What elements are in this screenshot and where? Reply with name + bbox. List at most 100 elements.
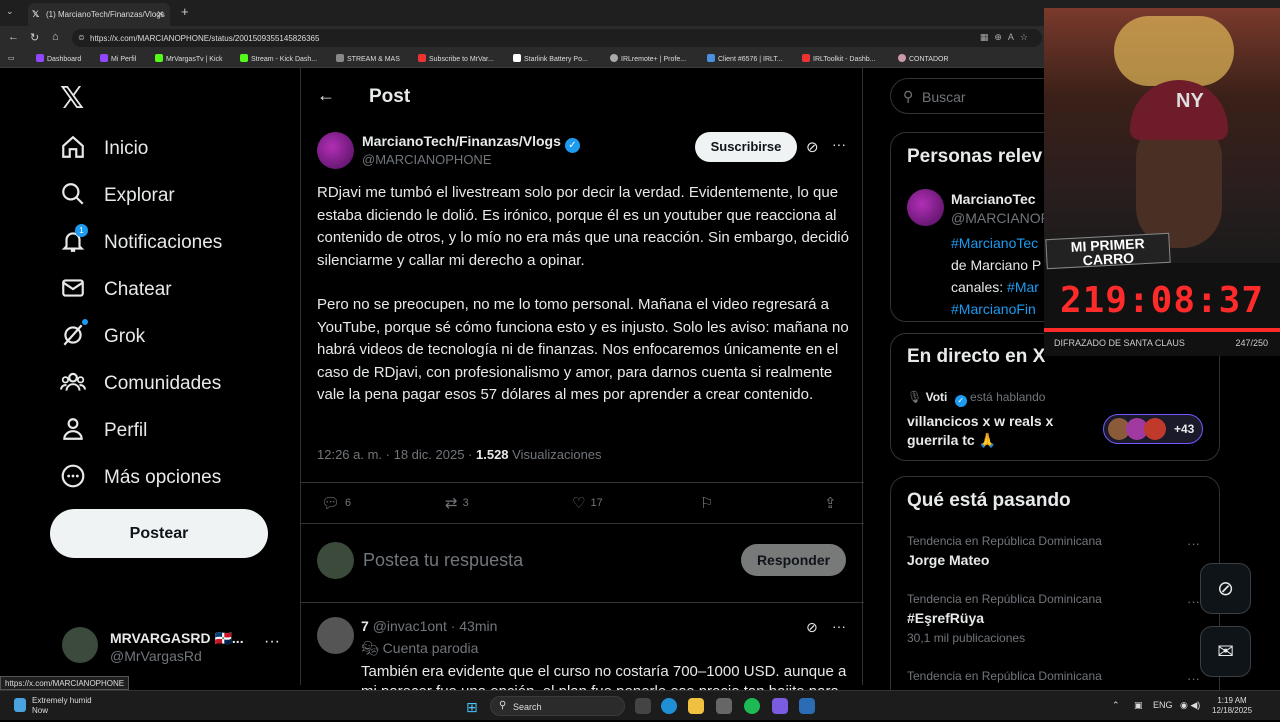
account-switcher[interactable]: MRVARGASRD 🇩🇴... @MrVargasRd ··· [62, 627, 287, 667]
page-title: Post [369, 86, 411, 107]
post-button[interactable]: Postear [50, 509, 268, 558]
neon-sign [1114, 16, 1234, 86]
reply-button[interactable]: Responder [741, 544, 846, 576]
weather-icon [14, 698, 26, 712]
reply-avatar[interactable] [317, 617, 354, 654]
reload-icon[interactable]: ↻ [30, 31, 39, 44]
messages-float-button[interactable]: ✉ [1200, 626, 1251, 677]
search-placeholder: Buscar [922, 89, 966, 105]
bookmark-item[interactable]: STREAM & MAS [336, 54, 400, 63]
x-logo-icon[interactable]: 𝕏 [60, 81, 84, 116]
sidebar-item-comunidades[interactable]: Comunidades [60, 365, 280, 401]
share-action[interactable]: ⇪ [824, 494, 842, 512]
tab-menu-icon[interactable]: ⌄ [6, 6, 14, 17]
trends-title: Qué está pasando [907, 490, 1071, 511]
bookmark-item[interactable]: Mi Perfil [100, 54, 136, 63]
composer-avatar [317, 542, 354, 579]
person-avatar[interactable] [907, 189, 944, 226]
taskbar-search[interactable]: ⚲ Search [490, 696, 625, 716]
system-clock[interactable]: 1:19 AM 12/18/2025 [1212, 696, 1252, 716]
steam-icon[interactable] [799, 698, 815, 714]
whats-happening-card: Qué está pasando Tendencia en República … [890, 476, 1220, 706]
url-input[interactable]: ⊜ https://x.com/MARCIANOPHONE/status/200… [72, 29, 1042, 47]
author-name[interactable]: MarcianoTech/Finanzas/Vlogs ✓ [362, 133, 580, 153]
subscribe-button[interactable]: Suscribirse [695, 132, 797, 162]
sidebar-item-mas-opciones[interactable]: Más opciones [60, 459, 280, 495]
overlay-banner: MI PRIMER CARRO [1045, 232, 1171, 270]
goal-count: 247/250 [1235, 338, 1268, 348]
obs-icon[interactable] [772, 698, 788, 714]
grok-icon: ⊘ [1217, 578, 1234, 600]
bookmark-item[interactable]: Subscribe to MrVar... [418, 54, 494, 63]
site-info-icon[interactable]: ⊜ [78, 33, 85, 42]
address-bar-actions[interactable]: ▦⊕A☆ [980, 32, 1034, 43]
reply-input[interactable]: Postea tu respuesta [363, 550, 523, 571]
goal-progress-bar [1044, 328, 1280, 332]
live-title: En directo en X [907, 346, 1046, 367]
author-avatar[interactable] [317, 132, 354, 169]
bookmark-action[interactable]: ⚐ [700, 494, 718, 512]
bookmark-item[interactable]: Client #6576 | IRLT... [707, 54, 783, 63]
bookmark-item[interactable]: Stream - Kick Dash... [240, 54, 317, 63]
home-nav-icon[interactable]: ⌂ [52, 31, 59, 43]
sidebar-item-chatear[interactable]: Chatear [60, 271, 280, 307]
space-listeners[interactable]: +43 [1103, 414, 1203, 444]
grok-float-button[interactable]: ⊘ [1200, 563, 1251, 614]
sidebar-item-perfil[interactable]: Perfil [60, 412, 280, 448]
tab-close-icon[interactable]: ✕ [156, 9, 164, 20]
account-more-icon[interactable]: ··· [264, 633, 280, 651]
person-name[interactable]: MarcianoTec [951, 191, 1036, 207]
author-handle[interactable]: @MARCIANOPHONE [362, 152, 492, 167]
webcam-feed: NY [1044, 8, 1280, 263]
browser-tab[interactable]: 𝕏 (1) MarcianoTech/Finanzas/Vlogs ✕ [28, 3, 170, 26]
account-name: MRVARGASRD 🇩🇴... [110, 630, 244, 646]
tray-chevron-icon[interactable]: ⌃ [1112, 700, 1120, 711]
file-explorer-icon[interactable] [688, 698, 704, 714]
bookmark-item[interactable]: IRLToolkit - Dashb... [802, 54, 876, 63]
reply-grok-icon[interactable]: ⊘ [806, 619, 818, 636]
back-nav-icon[interactable]: ← [8, 31, 19, 43]
trend-more-icon[interactable]: ··· [1187, 671, 1200, 686]
post-more-icon[interactable]: ··· [832, 136, 846, 152]
bookmark-item[interactable]: Dashboard [36, 54, 81, 63]
x-favicon-icon: 𝕏 [32, 9, 40, 19]
sidebar-item-inicio[interactable]: Inicio [60, 130, 280, 166]
language-indicator[interactable]: ENG [1153, 700, 1173, 710]
task-view-icon[interactable] [635, 698, 651, 714]
start-button-icon[interactable]: ⊞ [466, 699, 478, 716]
bookmark-item[interactable]: Starlink Battery Po... [513, 54, 588, 63]
network-icon[interactable]: ◉ ◀︎) [1180, 700, 1200, 711]
home-icon [62, 135, 84, 158]
reply-action[interactable]: 💬︎ 6 [321, 494, 351, 512]
bookmark-item[interactable]: CONTADOR [898, 54, 949, 63]
bookmark-item[interactable]: IRLremote+ | Profe... [610, 54, 686, 63]
reply-more-icon[interactable]: ··· [832, 618, 846, 634]
search-icon: ⚲ [903, 88, 914, 104]
views-count: 1.528 [476, 447, 509, 462]
tray-app-icon[interactable]: ▣ [1134, 700, 1143, 711]
repost-action[interactable]: ⇄ 3 [445, 494, 469, 512]
bookmark-item[interactable]: MrVargasTv | Kick [155, 54, 223, 63]
like-action[interactable]: ♡ 17 [572, 494, 603, 512]
post-paragraph: Pero no se preocupen, no me lo tomo pers… [317, 296, 849, 403]
grok-new-dot [82, 319, 88, 325]
sidebar-item-notificaciones[interactable]: 1 Notificaciones [60, 224, 280, 260]
back-arrow-icon[interactable]: ← [317, 85, 335, 106]
post-timestamp[interactable]: 12:26 a. m. · 18 dic. 2025 · [317, 447, 472, 462]
new-tab-icon[interactable]: + [181, 4, 189, 19]
post-paragraph: RDjavi me tumbó el livestream solo por d… [317, 184, 849, 269]
search-icon [62, 183, 84, 205]
windows-taskbar: Extremely humid Now ⊞ ⚲ Search ⌃ ▣ ENG ◉ … [0, 690, 1280, 720]
space-title[interactable]: villancicos x w reals x guerrila tc 🙏 [907, 412, 1087, 450]
trend-more-icon[interactable]: ··· [1187, 536, 1200, 551]
spotify-icon[interactable] [744, 698, 760, 714]
trend-more-icon[interactable]: ··· [1187, 594, 1200, 609]
sidebar-item-explorar[interactable]: Explorar [60, 177, 280, 213]
verified-icon: ✓ [954, 395, 967, 407]
bookmarks-apps-icon[interactable]: ▭ [8, 54, 15, 62]
edge-icon[interactable] [661, 698, 677, 714]
grok-explain-icon[interactable]: ⊘ [806, 138, 819, 156]
sidebar-item-grok[interactable]: Grok [60, 318, 280, 354]
chrome-icon[interactable] [716, 698, 732, 714]
people-icon [60, 372, 86, 391]
